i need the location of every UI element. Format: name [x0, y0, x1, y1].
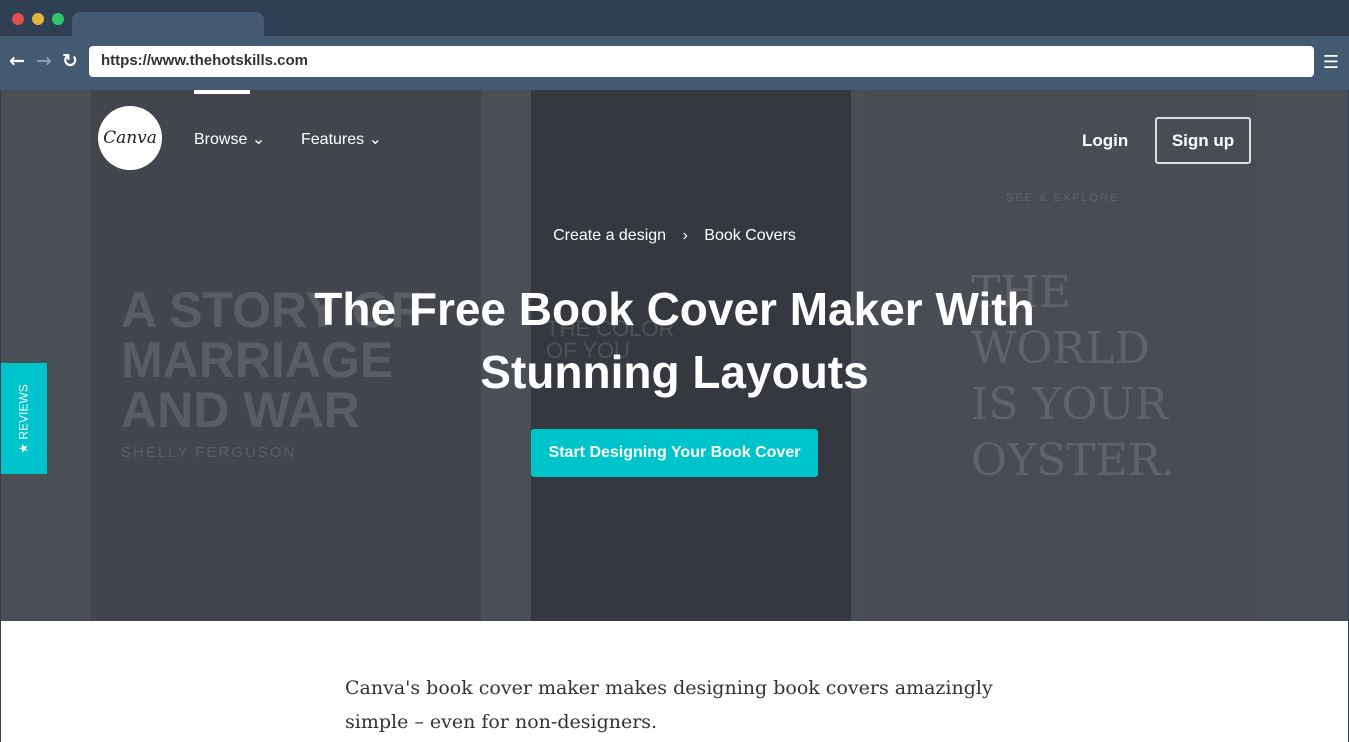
address-bar[interactable]: https://www.thehotskills.com — [89, 46, 1314, 77]
reviews-tab[interactable]: ★ REVIEWS — [1, 363, 47, 474]
maximize-window-button[interactable] — [52, 13, 64, 25]
page-title: The Free Book Cover Maker With Stunning … — [1, 278, 1348, 404]
page-title-text: The Free Book Cover Maker With Stunning … — [314, 283, 1035, 398]
nav-features[interactable]: Features ⌄ — [301, 129, 382, 149]
chevron-down-icon: ⌄ — [251, 131, 266, 148]
hero: A STORY OF MARRIAGE AND WAR SHELLY FERGU… — [1, 90, 1348, 621]
reload-icon[interactable]: ↻ — [62, 50, 78, 72]
chevron-right-icon: › — [682, 227, 688, 244]
nav-features-label: Features — [301, 131, 365, 148]
breadcrumb-book-covers[interactable]: Book Covers — [704, 227, 796, 244]
nav-browse[interactable]: Browse ⌄ — [194, 129, 265, 149]
close-window-button[interactable] — [12, 13, 24, 25]
cover-author-left: SHELLY FERGUSON — [121, 444, 297, 461]
breadcrumb-create-design[interactable]: Create a design — [553, 227, 666, 244]
nav-browse-label: Browse — [194, 131, 248, 148]
content-section: Canva's book cover maker makes designing… — [1, 621, 1348, 742]
signup-button[interactable]: Sign up — [1155, 117, 1251, 164]
minimize-window-button[interactable] — [32, 13, 44, 25]
chevron-down-icon: ⌄ — [368, 131, 382, 148]
back-icon[interactable]: ← — [9, 50, 25, 72]
browser-chrome: ← → ↻ https://www.thehotskills.com ☰ — [0, 0, 1349, 90]
browser-tab[interactable] — [72, 12, 264, 38]
menu-icon[interactable]: ☰ — [1323, 52, 1339, 73]
canva-logo[interactable]: Canva — [98, 106, 162, 170]
cover-tagline-right: SEE & EXPLORE — [1006, 192, 1120, 204]
login-link[interactable]: Login — [1082, 131, 1128, 151]
start-designing-button[interactable]: Start Designing Your Book Cover — [531, 429, 818, 477]
reviews-label: ★ REVIEWS — [17, 383, 31, 454]
breadcrumb: Create a design › Book Covers — [1, 227, 1348, 245]
nav-indicator — [194, 90, 250, 94]
lead-paragraph: Canva's book cover maker makes designing… — [345, 677, 993, 733]
forward-icon[interactable]: → — [36, 50, 52, 72]
